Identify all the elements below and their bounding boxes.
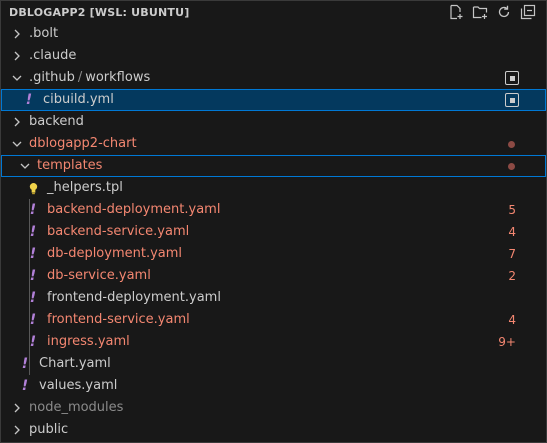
yaml-file-icon: !: [21, 356, 29, 372]
chevron-right-icon: [9, 422, 25, 438]
tree-item-dblogapp2-chart[interactable]: dblogapp2-chart: [1, 133, 546, 155]
tree-item-backend-deployment[interactable]: ! backend-deployment.yaml 5: [1, 199, 546, 221]
tree-item-github-workflows[interactable]: .github / workflows: [1, 67, 546, 89]
tree-item-frontend-deployment[interactable]: ! frontend-deployment.yaml: [1, 287, 546, 309]
chevron-right-icon: [9, 400, 25, 416]
error-dot: [508, 141, 515, 148]
tree-item-backend-service[interactable]: ! backend-service.yaml 4: [1, 221, 546, 243]
yaml-file-icon: !: [29, 246, 37, 262]
chevron-right-icon: [9, 26, 25, 42]
yaml-file-icon: !: [29, 202, 37, 218]
tree-item-claude[interactable]: .claude: [1, 45, 546, 67]
yaml-file-icon: !: [29, 268, 37, 284]
tree-item-db-deployment[interactable]: ! db-deployment.yaml 7: [1, 243, 546, 265]
tree-item-backend[interactable]: backend: [1, 111, 546, 133]
yaml-file-icon: !: [29, 224, 37, 240]
lightbulb-icon: [25, 182, 41, 195]
tree-item-helpers[interactable]: _helpers.tpl: [1, 177, 546, 199]
problem-count-badge: 5: [508, 203, 516, 217]
tree-item-public[interactable]: public: [1, 419, 546, 441]
chevron-down-icon: [9, 70, 25, 86]
tree-item-db-service[interactable]: ! db-service.yaml 2: [1, 265, 546, 287]
yaml-file-icon: !: [29, 312, 37, 328]
problem-count-badge: 2: [508, 269, 516, 283]
tree-item-chart-yaml[interactable]: ! Chart.yaml: [1, 353, 546, 375]
tree-item-bolt[interactable]: .bolt: [1, 23, 546, 45]
modified-square-icon: [505, 71, 519, 85]
yaml-file-icon: !: [29, 334, 37, 350]
refresh-icon[interactable]: [496, 4, 512, 20]
new-file-icon[interactable]: [448, 4, 464, 20]
tree-item-cibuild[interactable]: ! cibuild.yml: [1, 89, 546, 111]
tree-item-values-yaml[interactable]: ! values.yaml: [1, 375, 546, 397]
problem-count-badge: 7: [508, 247, 516, 261]
yaml-file-icon: !: [29, 290, 37, 306]
workspace-title[interactable]: DBLOGAPP2 [WSL: UBUNTU]: [9, 6, 189, 19]
problem-count-badge: 4: [508, 313, 516, 327]
yaml-file-icon: !: [21, 378, 29, 394]
chevron-down-icon: [9, 136, 25, 152]
collapse-all-icon[interactable]: [520, 4, 536, 20]
explorer-header: DBLOGAPP2 [WSL: UBUNTU]: [1, 1, 546, 23]
new-folder-icon[interactable]: [472, 4, 488, 20]
explorer-panel: DBLOGAPP2 [WSL: UBUNTU] .bolt .claude .g…: [0, 0, 547, 443]
chevron-down-icon: [17, 158, 33, 174]
error-dot: [508, 163, 515, 170]
chevron-right-icon: [9, 48, 25, 64]
chevron-right-icon: [9, 114, 25, 130]
tree-item-templates[interactable]: templates: [1, 155, 546, 177]
modified-square-icon: [505, 93, 519, 107]
problem-count-badge: 4: [508, 225, 516, 239]
problem-count-badge: 9+: [498, 335, 516, 349]
tree-item-frontend-service[interactable]: ! frontend-service.yaml 4: [1, 309, 546, 331]
tree-item-node-modules[interactable]: node_modules: [1, 397, 546, 419]
yaml-file-icon: !: [25, 92, 33, 108]
header-actions: [448, 4, 536, 20]
file-tree: .bolt .claude .github / workflows ! cibu…: [1, 23, 546, 441]
tree-item-ingress[interactable]: ! ingress.yaml 9+: [1, 331, 546, 353]
